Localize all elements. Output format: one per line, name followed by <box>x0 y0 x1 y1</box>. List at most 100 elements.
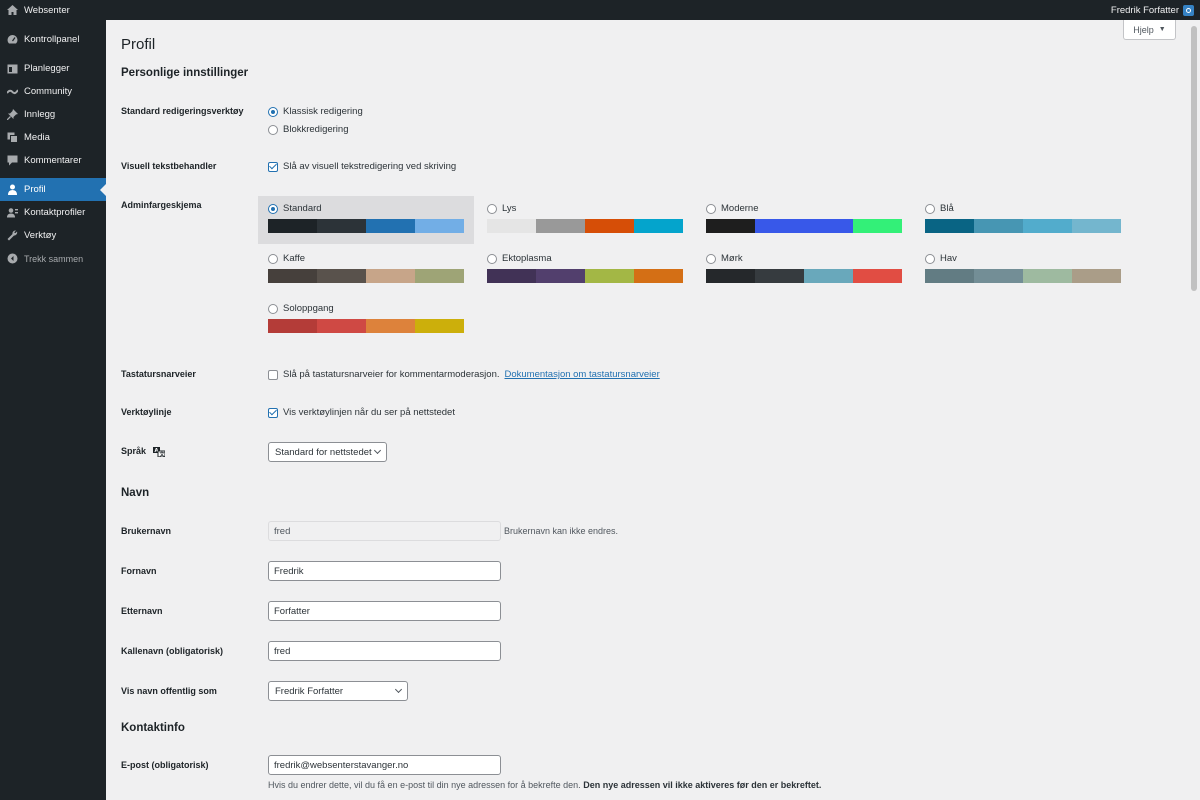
color-swatch <box>1072 269 1121 283</box>
shortcuts-checkbox[interactable]: Slå på tastatursnarveier for kommentarmo… <box>268 369 660 380</box>
color-swatch <box>1023 269 1072 283</box>
checkbox-label: Vis verktøylinjen når du ser på nettsted… <box>283 407 455 418</box>
color-scheme-option[interactable]: Lys <box>477 196 693 244</box>
color-swatch <box>415 319 464 333</box>
color-swatch <box>755 269 804 283</box>
checkbox[interactable] <box>268 161 278 172</box>
color-scheme-option[interactable]: Hav <box>915 246 1131 294</box>
menu-item-comments[interactable]: Kommentarer <box>0 149 106 172</box>
color-swatch <box>1072 219 1121 233</box>
color-swatch <box>925 269 974 283</box>
menu-item-dashboard[interactable]: Kontrollpanel <box>0 28 106 51</box>
color-swatches <box>925 269 1121 283</box>
radio-button[interactable] <box>268 253 278 264</box>
menu-label: Planlegger <box>24 63 70 74</box>
radio-button[interactable] <box>268 106 278 117</box>
scrollbar[interactable] <box>1188 20 1200 800</box>
menu-item-tools[interactable]: Verktøy <box>0 224 106 247</box>
color-swatch <box>853 219 902 233</box>
color-scheme-option[interactable]: Kaffe <box>258 246 474 294</box>
username-field: fred <box>268 521 501 541</box>
color-scheme-name: Kaffe <box>268 253 464 264</box>
radio-label: Blokkredigering <box>283 124 349 135</box>
color-swatch <box>634 269 683 283</box>
menu-item-posts[interactable]: Innlegg <box>0 103 106 126</box>
last-name-field[interactable]: Forfatter <box>268 601 501 621</box>
color-scheme-option[interactable]: Blå <box>915 196 1131 244</box>
user-menu[interactable]: Fredrik Forfatter <box>1111 4 1200 16</box>
radio-button[interactable] <box>925 203 935 214</box>
site-link[interactable]: Websenter <box>0 5 70 16</box>
color-swatch <box>268 219 317 233</box>
email-field[interactable]: fredrik@websenterstavanger.no <box>268 755 501 775</box>
color-scheme-name: Standard <box>268 203 464 214</box>
color-swatch <box>1023 219 1072 233</box>
menu-item-community[interactable]: Community <box>0 80 106 103</box>
help-button[interactable]: Hjelp ▼ <box>1123 20 1176 40</box>
email-note-bold: Den nye adressen vil ikke aktiveres før … <box>583 780 822 790</box>
checkbox[interactable] <box>268 407 278 418</box>
color-swatch <box>634 219 683 233</box>
color-scheme-name: Hav <box>925 253 1121 264</box>
radio-button[interactable] <box>706 203 716 214</box>
first-name-field[interactable]: Fredrik <box>268 561 501 581</box>
last-name-label: Etternavn <box>121 606 163 616</box>
contact-icon <box>7 207 18 218</box>
radio-button[interactable] <box>487 253 497 264</box>
color-scheme-name: Mørk <box>706 253 902 264</box>
radio-button[interactable] <box>925 253 935 264</box>
menu-item-media[interactable]: Media <box>0 126 106 149</box>
toolbar-checkbox[interactable]: Vis verktøylinjen når du ser på nettsted… <box>268 407 455 418</box>
color-scheme-option[interactable]: Soloppgang <box>258 296 474 344</box>
radio-button[interactable] <box>268 124 278 135</box>
select-value: Fredrik Forfatter <box>275 685 344 697</box>
color-scheme-name: Soloppgang <box>268 303 464 314</box>
radio-block-editor[interactable]: Blokkredigering <box>268 124 348 135</box>
color-swatch <box>366 269 415 283</box>
color-scheme-label: Lys <box>502 203 517 214</box>
color-scheme-label: Blå <box>940 203 954 214</box>
radio-button[interactable] <box>268 203 278 214</box>
dashboard-icon <box>7 34 18 45</box>
radio-button[interactable] <box>487 203 497 214</box>
color-scheme-option[interactable]: Mørk <box>696 246 912 294</box>
admin-menu: Kontrollpanel Planlegger Community Innle… <box>0 20 106 800</box>
scrollbar-thumb[interactable] <box>1191 26 1197 291</box>
menu-item-profile[interactable]: Profil <box>0 178 106 201</box>
display-name-label: Vis navn offentlig som <box>121 686 217 696</box>
radio-classic-editor[interactable]: Klassisk redigering <box>268 106 363 117</box>
color-swatch <box>366 219 415 233</box>
color-scheme-option[interactable]: Ektoplasma <box>477 246 693 294</box>
language-select[interactable]: Standard for nettstedet <box>268 442 387 462</box>
color-swatch <box>317 219 366 233</box>
menu-item-contact-profiles[interactable]: Kontaktprofiler <box>0 201 106 224</box>
menu-label: Kontrollpanel <box>24 34 80 45</box>
section-personal-settings: Personlige innstillinger <box>121 67 249 79</box>
community-icon <box>7 86 18 97</box>
color-scheme-label: Adminfargeskjema <box>121 200 202 210</box>
color-scheme-option[interactable]: Moderne <box>696 196 912 244</box>
color-scheme-name: Ektoplasma <box>487 253 683 264</box>
checkbox[interactable] <box>268 369 278 380</box>
color-swatch <box>706 269 755 283</box>
color-swatches <box>925 219 1121 233</box>
shortcuts-label: Tastatursnarveier <box>121 369 196 379</box>
color-swatches <box>268 269 464 283</box>
nickname-field[interactable]: fred <box>268 641 501 661</box>
collapse-icon <box>7 253 18 264</box>
comment-icon <box>7 155 18 166</box>
toolbar-label: Verktøylinje <box>121 407 172 417</box>
shortcuts-docs-link[interactable]: Dokumentasjon om tastatursnarveier <box>505 369 660 380</box>
color-scheme-option[interactable]: Standard <box>258 196 474 244</box>
editor-label: Standard redigeringsverktøy <box>121 106 244 116</box>
menu-item-planner[interactable]: Planlegger <box>0 57 106 80</box>
display-name-select[interactable]: Fredrik Forfatter <box>268 681 408 701</box>
radio-button[interactable] <box>268 303 278 314</box>
chevron-down-icon <box>394 685 403 694</box>
wrench-icon <box>7 230 18 241</box>
collapse-menu-button[interactable]: Trekk sammen <box>0 247 106 270</box>
radio-button[interactable] <box>706 253 716 264</box>
visual-editor-checkbox[interactable]: Slå av visuell tekstredigering ved skriv… <box>268 161 456 172</box>
color-swatches <box>268 319 464 333</box>
color-scheme-label: Hav <box>940 253 957 264</box>
